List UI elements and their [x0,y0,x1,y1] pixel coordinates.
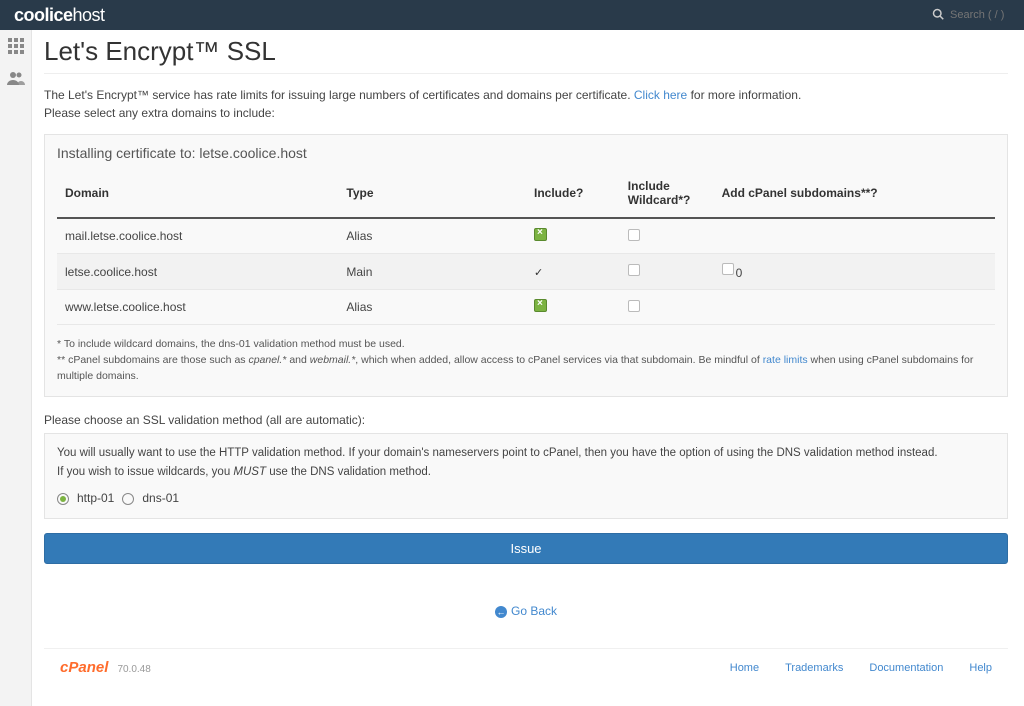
table-row: www.letse.coolice.host Alias [57,290,995,325]
arrow-left-icon: ← [495,606,507,618]
col-wildcard: Include Wildcard*? [620,169,714,218]
col-include: Include? [526,169,620,218]
include-checkbox[interactable] [534,299,547,312]
footer-trademarks-link[interactable]: Trademarks [785,662,843,674]
intro-line2: Please select any extra domains to inclu… [44,106,1008,120]
footnotes: * To include wildcard domains, the dns-0… [45,335,1007,396]
validation-panel: You will usually want to use the HTTP va… [44,433,1008,519]
search-icon [932,8,944,23]
search-wrap[interactable] [932,8,1010,23]
logo-bold: coolice [14,5,73,26]
certificate-panel: Installing certificate to: letse.coolice… [44,134,1008,397]
wildcard-checkbox[interactable] [628,229,640,241]
col-cpanel: Add cPanel subdomains**? [714,169,995,218]
radio-dns01-label: dns-01 [142,489,179,508]
users-icon[interactable] [7,71,25,88]
domains-table: Domain Type Include? Include Wildcard*? … [57,169,995,325]
issue-button[interactable]: Issue [44,533,1008,564]
radio-http01[interactable] [57,493,69,505]
footer-links: Home Trademarks Documentation Help [730,662,992,674]
sidebar [0,30,32,706]
page-title: Let's Encrypt™ SSL [44,36,1008,74]
main-content: Let's Encrypt™ SSL The Let's Encrypt™ se… [32,30,1024,706]
logo-light: host [73,5,105,26]
intro-text: The Let's Encrypt™ service has rate limi… [44,88,1008,102]
footer-help-link[interactable]: Help [969,662,992,674]
cpanel-zero: 0 [736,266,743,280]
apps-grid-icon[interactable] [8,38,24,57]
wildcard-checkbox[interactable] [628,264,640,276]
click-here-link[interactable]: Click here [634,88,687,102]
brand-logo[interactable]: coolicehost [14,5,105,26]
cpanel-checkbox[interactable] [722,263,734,275]
radio-http01-label: http-01 [77,489,114,508]
cpanel-logo: cPanel [60,659,108,676]
top-bar: coolicehost [0,0,1024,30]
search-input[interactable] [950,9,1010,21]
footer: cPanel 70.0.48 Home Trademarks Documenta… [44,648,1008,686]
footer-brand: cPanel 70.0.48 [60,659,151,676]
wildcard-checkbox[interactable] [628,300,640,312]
include-checkbox-locked [534,265,543,279]
col-type: Type [338,169,526,218]
table-row: mail.letse.coolice.host Alias [57,218,995,254]
include-checkbox[interactable] [534,228,547,241]
rate-limits-link[interactable]: rate limits [763,354,808,366]
table-row: letse.coolice.host Main 0 [57,254,995,290]
go-back-wrap: ←Go Back [44,604,1008,618]
radio-dns01[interactable] [122,493,134,505]
go-back-link[interactable]: ←Go Back [495,604,557,618]
footer-home-link[interactable]: Home [730,662,759,674]
col-domain: Domain [57,169,338,218]
validation-heading: Please choose an SSL validation method (… [44,413,1008,427]
footer-docs-link[interactable]: Documentation [869,662,943,674]
footer-version: 70.0.48 [117,664,150,675]
panel-title: Installing certificate to: letse.coolice… [45,135,1007,169]
